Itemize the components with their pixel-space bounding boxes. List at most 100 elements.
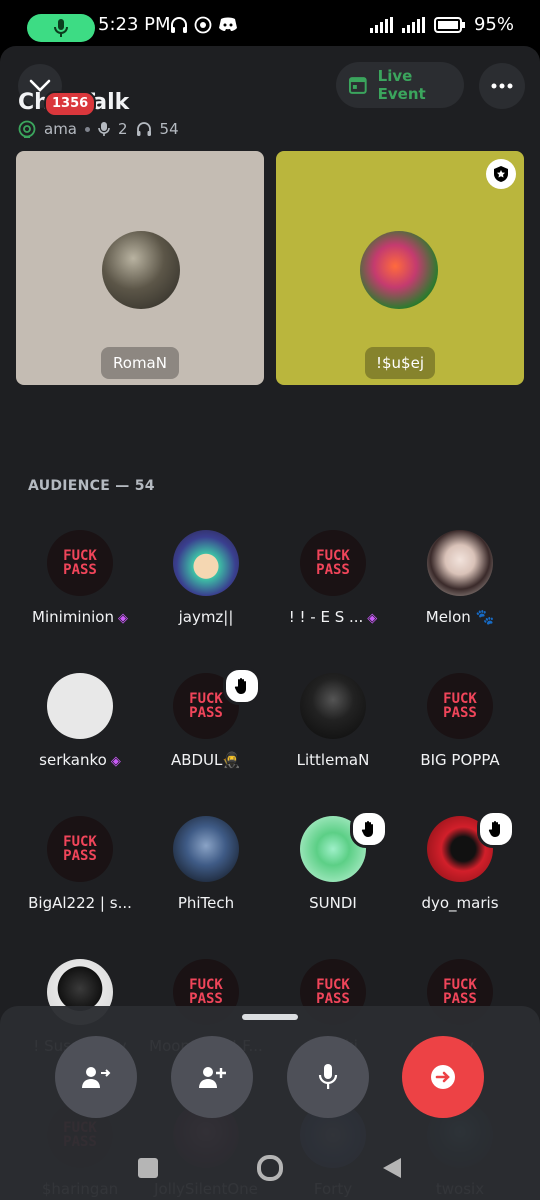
avatar bbox=[427, 530, 493, 596]
microphone-icon bbox=[318, 1064, 338, 1089]
avatar-text: FUCK bbox=[443, 691, 477, 707]
avatar bbox=[47, 673, 113, 739]
leave-icon bbox=[431, 1065, 455, 1089]
status-bar: 5:23 PM 95% bbox=[0, 0, 540, 48]
back-icon[interactable] bbox=[381, 1156, 403, 1180]
recent-apps-icon[interactable] bbox=[138, 1158, 158, 1178]
avatar-text: FUCK bbox=[63, 548, 97, 564]
member-name: dyo_maris bbox=[397, 894, 523, 912]
boost-icon: ◈ bbox=[367, 611, 378, 626]
avatar: FUCKPASS bbox=[300, 530, 366, 596]
audience-member[interactable]: Melon 🐾 bbox=[397, 530, 523, 634]
speaker-tile[interactable]: !$u$ej bbox=[276, 151, 524, 385]
avatar: FUCKPASS bbox=[47, 816, 113, 882]
member-name-text: ! ! - E S ... bbox=[288, 608, 364, 626]
calendar-icon bbox=[348, 77, 367, 94]
member-name-text: Miniminion bbox=[32, 608, 114, 626]
drag-handle[interactable] bbox=[242, 1014, 298, 1020]
member-name-text: SUNDI bbox=[309, 894, 357, 912]
audience-member[interactable]: jaymz|| bbox=[143, 530, 269, 634]
member-name: SUNDI bbox=[270, 894, 396, 912]
battery-icon bbox=[433, 16, 465, 33]
moderator-badge bbox=[486, 159, 516, 189]
notification-badge: 1356 bbox=[44, 91, 97, 117]
raised-hand-icon bbox=[350, 810, 388, 848]
microphone-button[interactable] bbox=[287, 1036, 369, 1118]
audience-member[interactable]: PhiTech bbox=[143, 816, 269, 920]
discord-icon bbox=[219, 17, 237, 31]
stage-topic: ama bbox=[44, 120, 77, 138]
invite-icon bbox=[82, 1067, 111, 1088]
system-status: 95% bbox=[369, 14, 514, 35]
stage-icon bbox=[18, 120, 36, 138]
speaker-name: RomaN bbox=[101, 347, 179, 379]
member-name-text: serkanko bbox=[39, 751, 107, 769]
member-name: Melon 🐾 bbox=[397, 608, 523, 626]
avatar-text: FUCK bbox=[316, 977, 350, 993]
member-name-text: BIG POPPA bbox=[420, 751, 500, 769]
avatar-text: PASS bbox=[63, 848, 97, 864]
avatar-text: FUCK bbox=[443, 977, 477, 993]
stage-sheet: Chill Talk 1356 Live Event ama 2 54 Roma… bbox=[0, 46, 540, 1200]
ongoing-call-pill[interactable] bbox=[27, 14, 95, 42]
home-icon[interactable] bbox=[257, 1155, 283, 1181]
avatar-text: PASS bbox=[316, 562, 350, 578]
raised-hand-icon bbox=[223, 667, 261, 705]
leave-stage-button[interactable] bbox=[402, 1036, 484, 1118]
signal-icon-2 bbox=[401, 16, 425, 33]
member-name: ! ! - E S ... ◈ bbox=[270, 608, 396, 626]
audience-member[interactable]: dyo_maris bbox=[397, 810, 523, 920]
audience-member[interactable]: FUCK PASS Miniminion ◈ bbox=[17, 530, 143, 634]
avatar-text: PASS bbox=[63, 562, 97, 578]
add-friend-button[interactable] bbox=[171, 1036, 253, 1118]
audience-member[interactable]: LittlemaN bbox=[270, 673, 396, 777]
member-name-text: ABDUL🥷 bbox=[170, 751, 242, 769]
raised-hand-icon bbox=[477, 810, 515, 848]
audience-member[interactable]: FUCK PASS ! ! - E S ... ◈ bbox=[270, 530, 396, 634]
speaker-name: !$u$ej bbox=[365, 347, 435, 379]
audience-member[interactable]: FUCK PASS ABDUL🥷 bbox=[143, 667, 269, 777]
member-name: BIG POPPA bbox=[397, 751, 523, 769]
avatar: FUCKPASS bbox=[47, 530, 113, 596]
headphones-icon bbox=[136, 122, 151, 136]
shield-star-icon bbox=[494, 166, 508, 182]
boost-icon: ◈ bbox=[110, 754, 121, 769]
audience-member[interactable]: FUCK PASS BIG POPPA bbox=[397, 673, 523, 777]
avatar-text: PASS bbox=[316, 991, 350, 1007]
member-name-text: BigAl222 | s... bbox=[28, 894, 132, 912]
member-name-text: Melon 🐾 bbox=[425, 608, 495, 626]
member-name-text: LittlemaN bbox=[296, 751, 370, 769]
avatar bbox=[300, 673, 366, 739]
member-name-text: PhiTech bbox=[177, 894, 235, 912]
audience-member[interactable]: SUNDI bbox=[270, 810, 396, 920]
speakers-count: 2 bbox=[118, 120, 128, 138]
navigation-bar bbox=[0, 1146, 540, 1200]
microphone-icon bbox=[98, 122, 110, 136]
avatar bbox=[102, 231, 180, 309]
avatar-text: PASS bbox=[443, 705, 477, 721]
avatar bbox=[360, 231, 438, 309]
invite-button[interactable] bbox=[55, 1036, 137, 1118]
signal-icon bbox=[369, 16, 393, 33]
clock: 5:23 PM bbox=[98, 14, 171, 35]
whatsapp-icon bbox=[194, 16, 212, 34]
avatar-text: PASS bbox=[189, 705, 223, 721]
audience-member[interactable]: serkanko ◈ bbox=[17, 673, 143, 777]
avatar-text: PASS bbox=[443, 991, 477, 1007]
avatar-text: FUCK bbox=[189, 691, 223, 707]
avatar-text: FUCK bbox=[63, 834, 97, 850]
live-event-button[interactable]: Live Event bbox=[336, 62, 464, 108]
speaker-tile[interactable]: RomaN bbox=[16, 151, 264, 385]
member-name: PhiTech bbox=[143, 894, 269, 912]
live-event-label: Live Event bbox=[377, 67, 426, 103]
member-name: jaymz|| bbox=[143, 608, 269, 626]
more-button[interactable] bbox=[479, 63, 525, 109]
member-name: Miniminion ◈ bbox=[17, 608, 143, 626]
listeners-count: 54 bbox=[159, 120, 179, 138]
member-name: serkanko ◈ bbox=[17, 751, 143, 769]
member-name-text: dyo_maris bbox=[421, 894, 499, 912]
audience-member[interactable]: FUCK PASS BigAl222 | s... bbox=[17, 816, 143, 920]
boost-icon: ◈ bbox=[117, 611, 128, 626]
audience-header: AUDIENCE — 54 bbox=[28, 478, 155, 494]
avatar: FUCKPASS bbox=[427, 673, 493, 739]
